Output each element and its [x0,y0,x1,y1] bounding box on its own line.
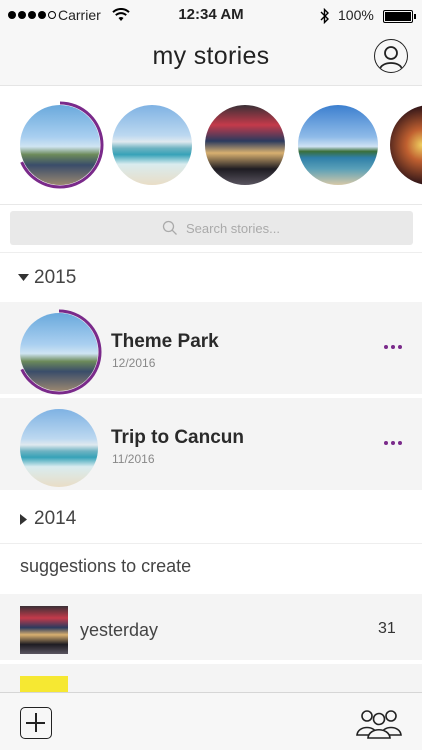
search-icon [162,220,177,235]
add-story-button[interactable] [20,707,52,739]
page-title: my stories [152,42,270,70]
more-options-button[interactable] [384,433,410,453]
story-list-item[interactable]: Trip to Cancun 11/2016 [0,398,422,490]
story-thumb-night[interactable] [390,105,422,185]
suggestion-count: 31 [378,620,396,637]
battery-percent: 100% [338,7,374,23]
story-date: 12/2016 [112,356,156,370]
story-date: 11/2016 [112,452,155,466]
story-thumb-city[interactable] [205,105,285,185]
tab-bar [0,692,422,750]
nav-bar: my stories [0,30,422,86]
more-options-button[interactable] [384,337,410,357]
search-box[interactable] [10,211,413,245]
search-input[interactable] [186,217,396,239]
bluetooth-icon [320,8,329,24]
story-thumb-bay[interactable] [298,105,378,185]
year-header-2015[interactable]: 2015 [0,254,422,302]
suggestions-title: suggestions to create [20,556,192,576]
story-list-item[interactable]: Theme Park 12/2016 [0,302,422,395]
caret-down-icon [18,274,29,281]
suggestion-thumbnail [20,606,68,654]
story-title: Theme Park [111,331,219,352]
suggestions-header: suggestions to create [0,543,422,589]
people-icon[interactable] [354,707,404,739]
search-bar [0,205,422,253]
story-thumbnail [20,313,98,391]
story-thumb-theme-park[interactable] [20,105,100,185]
battery-icon [383,10,416,23]
stories-carousel[interactable] [0,87,422,205]
year-label: 2014 [34,508,77,529]
story-thumb-beach[interactable] [112,105,192,185]
year-label: 2015 [34,267,77,288]
suggestion-label: yesterday [80,620,159,640]
status-bar: Carrier 12:34 AM 100% [0,0,422,30]
suggestion-item[interactable]: yesterday 31 [0,594,422,660]
profile-button[interactable] [374,39,408,73]
story-title: Trip to Cancun [111,427,244,448]
year-header-2014[interactable]: 2014 [0,494,422,542]
story-thumbnail [20,409,98,487]
caret-right-icon [20,514,27,525]
